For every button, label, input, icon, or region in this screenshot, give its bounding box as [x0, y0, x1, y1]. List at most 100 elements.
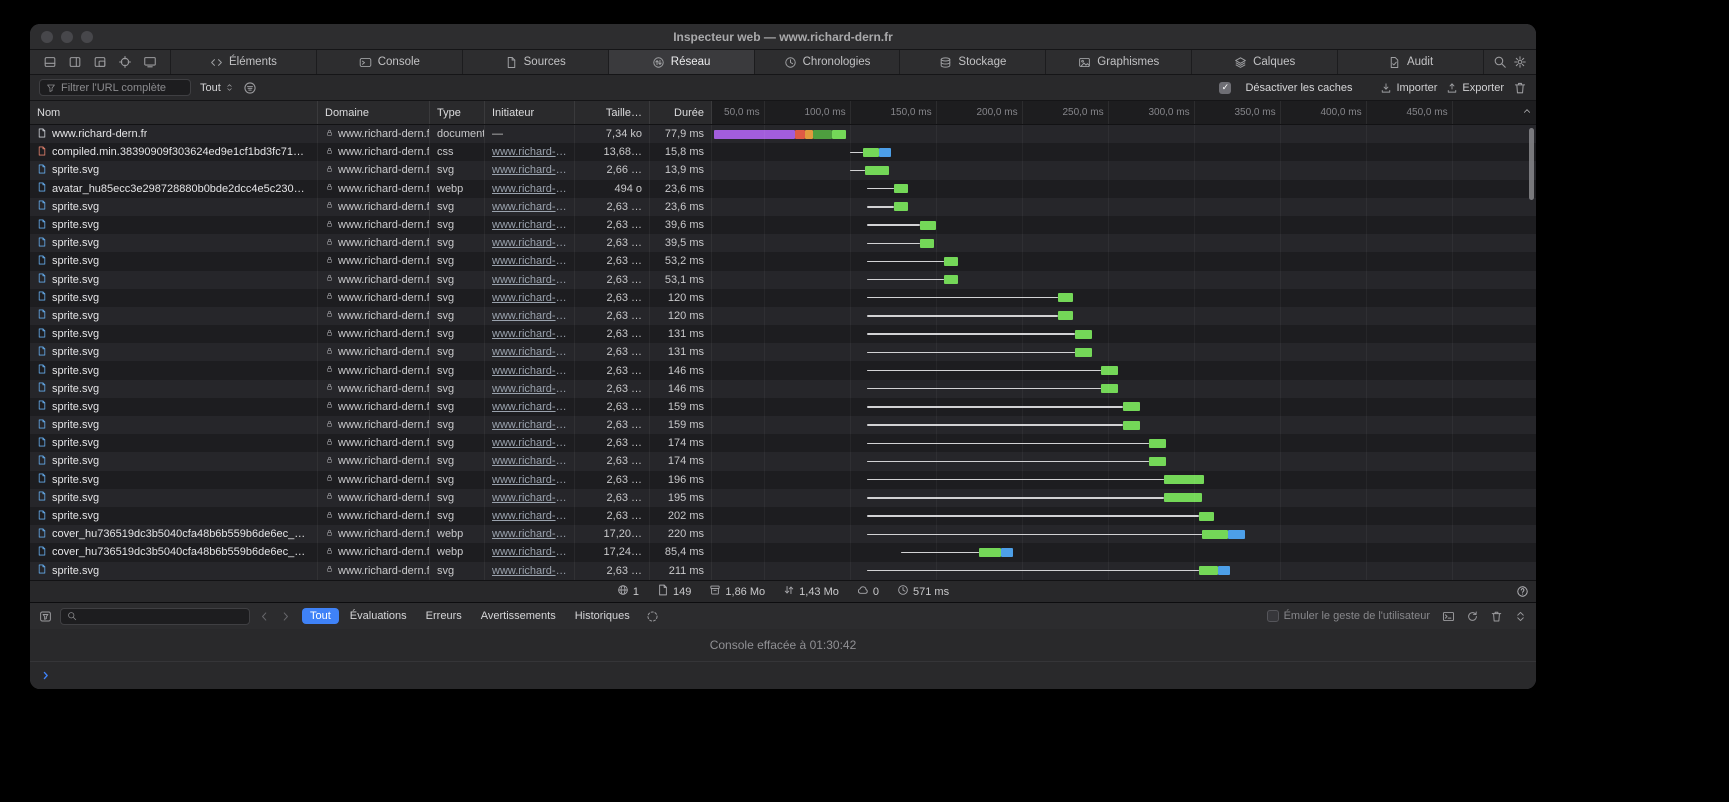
preserve-log-icon[interactable]	[1466, 610, 1479, 623]
inspect-element-icon[interactable]	[118, 55, 132, 69]
initiator-cell[interactable]: www.richard-d…	[485, 398, 575, 416]
dock-bottom-icon[interactable]	[43, 55, 57, 69]
filter-options-icon[interactable]	[243, 81, 257, 95]
table-row[interactable]: sprite.svgwww.richard-dern.frsvgwww.rich…	[30, 252, 1536, 270]
clear-network-icon[interactable]	[1513, 81, 1527, 95]
initiator-link[interactable]: www.richard-d…	[492, 201, 567, 213]
initiator-cell[interactable]: www.richard-d…	[485, 216, 575, 234]
tab-storage[interactable]: Stockage	[899, 50, 1045, 74]
search-icon[interactable]	[1493, 55, 1507, 69]
table-row[interactable]: sprite.svgwww.richard-dern.frsvgwww.rich…	[30, 361, 1536, 379]
initiator-link[interactable]: www.richard-d…	[492, 383, 567, 395]
console-filter-icon[interactable]	[39, 610, 52, 623]
initiator-link[interactable]: www.richard-d…	[492, 474, 567, 486]
console-tab-avertissements[interactable]: Avertissements	[473, 608, 564, 624]
initiator-cell[interactable]: www.richard-d…	[485, 489, 575, 507]
initiator-link[interactable]: www.richard-d…	[492, 328, 567, 340]
table-row[interactable]: sprite.svgwww.richard-dern.frsvgwww.rich…	[30, 416, 1536, 434]
tab-layers[interactable]: Calques	[1191, 50, 1337, 74]
initiator-cell[interactable]: www.richard-d…	[485, 416, 575, 434]
initiator-cell[interactable]: www.richard-d…	[485, 380, 575, 398]
table-row[interactable]: sprite.svgwww.richard-dern.frsvgwww.rich…	[30, 216, 1536, 234]
tab-network[interactable]: Réseau	[608, 50, 754, 74]
console-tab-évaluations[interactable]: Évaluations	[342, 608, 415, 624]
initiator-cell[interactable]: www.richard-d…	[485, 543, 575, 561]
zoom-window-button[interactable]	[81, 31, 93, 43]
initiator-cell[interactable]: www.richard-d…	[485, 161, 575, 179]
tab-timelines[interactable]: Chronologies	[754, 50, 900, 74]
initiator-cell[interactable]: www.richard-d…	[485, 525, 575, 543]
table-row[interactable]: sprite.svgwww.richard-dern.frsvgwww.rich…	[30, 434, 1536, 452]
table-row[interactable]: sprite.svgwww.richard-dern.frsvgwww.rich…	[30, 380, 1536, 398]
type-filter-dropdown[interactable]: Tout	[200, 82, 234, 94]
minimize-window-button[interactable]	[61, 31, 73, 43]
initiator-cell[interactable]: www.richard-d…	[485, 434, 575, 452]
table-row[interactable]: cover_hu736519dc3b5040cfa48b6b559b6de6ec…	[30, 543, 1536, 561]
initiator-link[interactable]: www.richard-d…	[492, 546, 567, 558]
initiator-link[interactable]: www.richard-d…	[492, 419, 567, 431]
initiator-cell[interactable]: www.richard-d…	[485, 271, 575, 289]
table-row[interactable]: sprite.svgwww.richard-dern.frsvgwww.rich…	[30, 343, 1536, 361]
tab-console[interactable]: Console	[316, 50, 462, 74]
chevron-left-icon[interactable]	[258, 610, 271, 623]
initiator-link[interactable]: www.richard-d…	[492, 146, 567, 158]
table-row[interactable]: sprite.svgwww.richard-dern.frsvgwww.rich…	[30, 198, 1536, 216]
initiator-cell[interactable]: www.richard-d…	[485, 180, 575, 198]
initiator-link[interactable]: www.richard-d…	[492, 164, 567, 176]
console-panel-icon[interactable]	[1442, 610, 1455, 623]
url-filter-field[interactable]	[39, 79, 191, 96]
console-prompt[interactable]	[30, 662, 1536, 689]
console-filter-circle-icon[interactable]	[646, 610, 659, 623]
table-row[interactable]: cover_hu736519dc3b5040cfa48b6b559b6de6ec…	[30, 525, 1536, 543]
emulate-gesture-checkbox[interactable]	[1267, 610, 1279, 622]
separate-window-icon[interactable]	[93, 55, 107, 69]
initiator-link[interactable]: www.richard-d…	[492, 528, 567, 540]
help-icon[interactable]	[1516, 585, 1529, 598]
table-row[interactable]: sprite.svgwww.richard-dern.frsvgwww.rich…	[30, 489, 1536, 507]
initiator-cell[interactable]: www.richard-d…	[485, 507, 575, 525]
chevron-right-icon[interactable]	[279, 610, 292, 623]
tab-graphics[interactable]: Graphismes	[1045, 50, 1191, 74]
vertical-scrollbar[interactable]	[1529, 128, 1534, 200]
initiator-link[interactable]: www.richard-d…	[492, 455, 567, 467]
responsive-mode-icon[interactable]	[143, 55, 157, 69]
initiator-link[interactable]: www.richard-d…	[492, 219, 567, 231]
gear-icon[interactable]	[1513, 55, 1527, 69]
tab-sources[interactable]: Sources	[462, 50, 608, 74]
initiator-cell[interactable]: www.richard-d…	[485, 562, 575, 580]
initiator-cell[interactable]: www.richard-d…	[485, 198, 575, 216]
table-row[interactable]: sprite.svgwww.richard-dern.frsvgwww.rich…	[30, 271, 1536, 289]
table-row[interactable]: sprite.svgwww.richard-dern.frsvgwww.rich…	[30, 471, 1536, 489]
clear-console-icon[interactable]	[1490, 610, 1503, 623]
console-tab-erreurs[interactable]: Erreurs	[418, 608, 470, 624]
table-row[interactable]: sprite.svgwww.richard-dern.frsvgwww.rich…	[30, 452, 1536, 470]
table-row[interactable]: sprite.svgwww.richard-dern.frsvgwww.rich…	[30, 562, 1536, 580]
initiator-link[interactable]: www.richard-d…	[492, 183, 567, 195]
table-row[interactable]: sprite.svgwww.richard-dern.frsvgwww.rich…	[30, 161, 1536, 179]
column-header-nom[interactable]: Nom	[30, 101, 318, 124]
initiator-link[interactable]: www.richard-d…	[492, 437, 567, 449]
table-row[interactable]: sprite.svgwww.richard-dern.frsvgwww.rich…	[30, 307, 1536, 325]
initiator-link[interactable]: www.richard-d…	[492, 310, 567, 322]
console-search-field[interactable]	[60, 608, 250, 625]
initiator-cell[interactable]: www.richard-d…	[485, 452, 575, 470]
initiator-cell[interactable]: www.richard-d…	[485, 307, 575, 325]
table-row[interactable]: sprite.svgwww.richard-dern.frsvgwww.rich…	[30, 325, 1536, 343]
initiator-link[interactable]: www.richard-d…	[492, 255, 567, 267]
import-button[interactable]: Importer	[1380, 82, 1437, 94]
table-row[interactable]: avatar_hu85ecc3e298728880b0bde2dcc4e5c23…	[30, 180, 1536, 198]
initiator-link[interactable]: www.richard-d…	[492, 346, 567, 358]
initiator-link[interactable]: www.richard-d…	[492, 510, 567, 522]
table-row[interactable]: sprite.svgwww.richard-dern.frsvgwww.rich…	[30, 507, 1536, 525]
column-header-type[interactable]: Type	[430, 101, 485, 124]
initiator-link[interactable]: www.richard-d…	[492, 401, 567, 413]
console-tab-historiques[interactable]: Historiques	[567, 608, 638, 624]
table-row[interactable]: compiled.min.38390909f303624ed9e1cf1bd3f…	[30, 143, 1536, 161]
initiator-cell[interactable]: www.richard-d…	[485, 289, 575, 307]
chevron-up-icon[interactable]	[1522, 106, 1532, 116]
initiator-link[interactable]: www.richard-d…	[492, 292, 567, 304]
table-row[interactable]: sprite.svgwww.richard-dern.frsvgwww.rich…	[30, 398, 1536, 416]
export-button[interactable]: Exporter	[1446, 82, 1504, 94]
initiator-cell[interactable]: www.richard-d…	[485, 471, 575, 489]
collapse-console-icon[interactable]	[1514, 610, 1527, 623]
